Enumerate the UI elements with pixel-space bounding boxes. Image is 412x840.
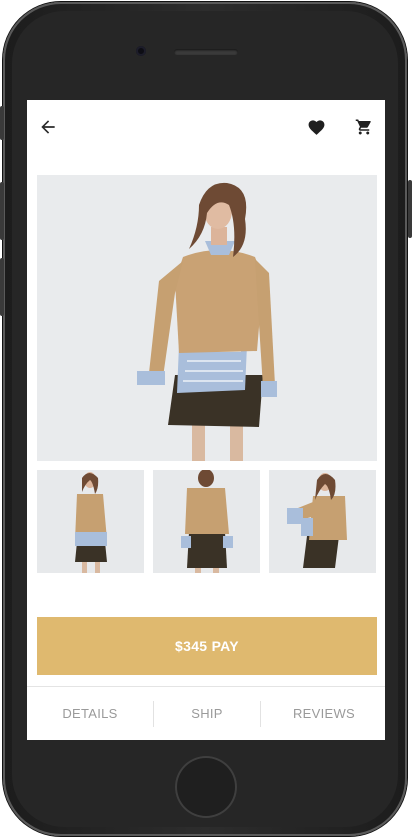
mute-switch — [0, 106, 4, 140]
volume-up-button — [0, 182, 4, 240]
cart-icon — [355, 119, 371, 135]
tab-reviews[interactable]: REVIEWS — [260, 701, 385, 727]
cart-button[interactable] — [350, 113, 378, 141]
bottom-tabs: DETAILS SHIP REVIEWS — [27, 686, 385, 740]
thumbnail-back-image — [153, 470, 260, 573]
thumbnail-front-image — [37, 470, 144, 573]
product-main-image[interactable] — [37, 175, 377, 461]
top-bar — [27, 100, 385, 156]
volume-down-button — [0, 258, 4, 316]
tab-details[interactable]: DETAILS — [27, 701, 153, 727]
thumbnail-side[interactable] — [269, 470, 376, 573]
pay-button[interactable]: $345 PAY — [37, 617, 377, 675]
back-button[interactable] — [34, 113, 62, 141]
power-button — [408, 180, 412, 238]
app-screen: $345 PAY DETAILS SHIP REVIEWS — [27, 100, 385, 740]
home-button[interactable] — [175, 756, 237, 818]
model-illustration — [37, 175, 377, 461]
earpiece-speaker — [174, 49, 238, 55]
thumbnail-back[interactable] — [153, 470, 260, 573]
thumbnail-front[interactable] — [37, 470, 144, 573]
favorite-button[interactable] — [302, 113, 330, 141]
tab-ship[interactable]: SHIP — [153, 701, 260, 727]
front-camera — [136, 46, 146, 56]
heart-icon — [308, 119, 324, 135]
arrow-left-icon — [41, 120, 55, 134]
thumbnail-side-image — [269, 470, 376, 573]
